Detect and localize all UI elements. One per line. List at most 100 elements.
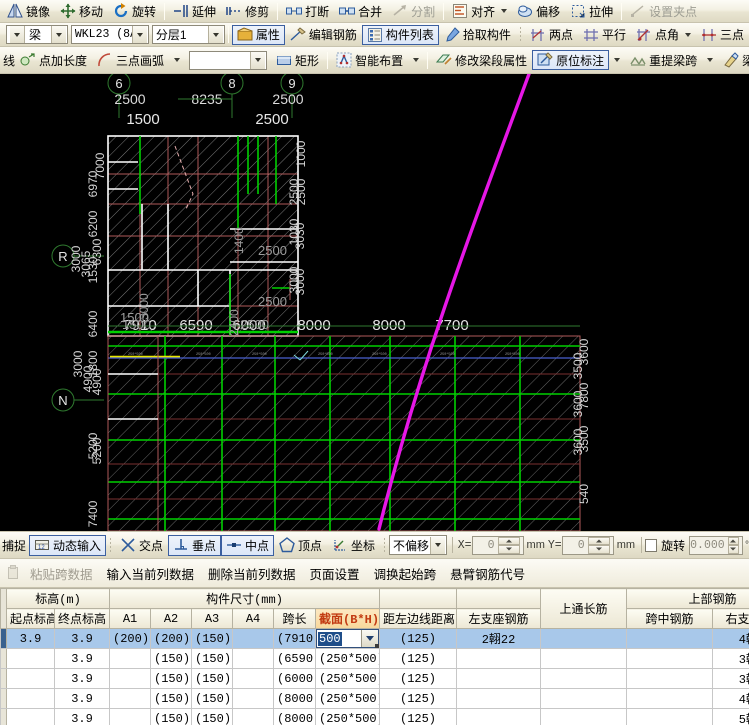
cell-start_elev[interactable]	[6, 688, 55, 709]
cell-mid_span[interactable]	[626, 708, 714, 725]
cell-span_len[interactable]: (6590)	[273, 648, 317, 669]
tool-re-extract-span[interactable]: 重提梁跨	[625, 50, 702, 70]
tool-edit-rebar[interactable]: 编辑钢筋	[285, 25, 362, 45]
column-header-a4[interactable]: A4	[232, 608, 275, 629]
cell-right_support[interactable]: 4䎐22	[712, 688, 749, 709]
menu-item-2[interactable]: 删除当前列数据	[201, 561, 303, 586]
cell-end_elev[interactable]: 3.9	[53, 628, 111, 649]
cell-a3[interactable]: (150)	[191, 708, 234, 725]
cell-a1[interactable]: (200)	[109, 628, 152, 649]
menu-item-5[interactable]: 悬臂钢筋代号	[443, 561, 532, 586]
cell-section[interactable]: (250*500)	[315, 668, 381, 689]
dynamic-input-toggle[interactable]: 12 动态输入	[29, 534, 107, 556]
cell-top_through[interactable]: 2䎐22	[456, 628, 542, 649]
cell-top_through[interactable]	[456, 668, 542, 689]
cell-a4[interactable]	[232, 668, 275, 689]
chevron-down-icon[interactable]	[614, 58, 621, 62]
table-row[interactable]: 3.9 (150)(150) (8000)(250*500)(125) 5䎐22	[0, 708, 749, 725]
cell-mid_span[interactable]	[626, 628, 714, 649]
cell-left_support[interactable]	[540, 648, 628, 669]
snap-coordinate[interactable]: 坐标	[327, 535, 380, 556]
cad-drawing-canvas[interactable]: 250*500 250*500 250*500 250*500 250*500 250…	[0, 74, 749, 531]
cell-left_support[interactable]	[540, 628, 628, 649]
tool-pick-component[interactable]: 拾取构件	[439, 25, 516, 45]
cell-a2[interactable]: (150)	[150, 688, 193, 709]
component-name-caret[interactable]	[131, 26, 147, 43]
cell-a3[interactable]: (150)	[191, 648, 234, 669]
cell-dist_left[interactable]: (125)	[379, 668, 458, 689]
tool-align[interactable]: 对齐	[447, 1, 512, 21]
snap-vertex[interactable]: 顶点	[274, 535, 327, 556]
cell-start_elev[interactable]	[6, 668, 55, 689]
cell-section[interactable]: (250*500)	[315, 708, 381, 725]
cell-start_elev[interactable]: 3.9	[6, 628, 55, 649]
cell-a1[interactable]	[109, 708, 152, 725]
tool-move[interactable]: 移动	[55, 1, 108, 21]
table-row[interactable]: 3.93.9(200)(200)(150)(7910)500(125)2䎐224…	[0, 628, 749, 649]
cell-a1[interactable]	[109, 648, 152, 669]
cell-a2[interactable]: (150)	[150, 708, 193, 725]
column-header-dist_left[interactable]: 距左边线距离	[379, 608, 458, 629]
cell-span_len[interactable]: (6000)	[273, 668, 317, 689]
y-offset-input[interactable]: 0	[561, 535, 614, 555]
rotate-spinner[interactable]	[727, 536, 742, 554]
tool-two-point[interactable]: 两点	[525, 25, 578, 45]
tool-break[interactable]: 打断	[281, 1, 334, 21]
tool-three-point-arc[interactable]: 三点画弧	[92, 50, 169, 70]
layer-caret[interactable]	[207, 26, 223, 43]
cell-dist_left[interactable]: (125)	[379, 708, 458, 725]
layer-combo[interactable]: 分层1	[151, 25, 225, 44]
cell-right_support[interactable]: 3䎐22	[712, 648, 749, 669]
cell-a1[interactable]	[109, 688, 152, 709]
cell-dist_left[interactable]: (125)	[379, 688, 458, 709]
cell-span_len[interactable]: (8000)	[273, 688, 317, 709]
cell-a2[interactable]: (200)	[150, 628, 193, 649]
chevron-down-icon[interactable]	[501, 9, 508, 13]
linetype-caret[interactable]	[250, 51, 266, 69]
component-name-combo[interactable]: WKL23 (8A)	[70, 25, 149, 44]
cell-section-editor[interactable]: 500	[315, 628, 381, 649]
tool-properties[interactable]: 属性	[231, 24, 285, 45]
y-offset-spinner[interactable]	[587, 536, 613, 554]
column-header-span_len[interactable]: 跨长	[273, 608, 317, 629]
cell-a3[interactable]: (150)	[191, 688, 234, 709]
column-header-a1[interactable]: A1	[109, 608, 152, 629]
rotate-checkbox[interactable]	[644, 538, 658, 552]
span-data-grid[interactable]: 标高(m) 构件尺寸(mm) 上通长筋 上部钢筋 起点标高 终点标高 A1 A2 A3 A…	[0, 588, 749, 725]
chevron-down-icon[interactable]	[684, 32, 691, 37]
column-header-top-through[interactable]: 上通长筋	[540, 588, 628, 629]
snap-intersection[interactable]: 交点	[115, 535, 168, 556]
cell-mid_span[interactable]	[626, 648, 714, 669]
cell-end_elev[interactable]: 3.9	[53, 648, 111, 669]
cell-a4[interactable]	[232, 708, 275, 725]
rotate-input[interactable]: 0.000	[689, 535, 743, 555]
cell-a1[interactable]	[109, 668, 152, 689]
table-row[interactable]: 3.9 (150)(150) (8000)(250*500)(125) 4䎐22	[0, 688, 749, 709]
cell-top_through[interactable]	[456, 708, 542, 725]
component-type-caret[interactable]	[50, 26, 66, 43]
tool-trim[interactable]: 修剪	[221, 1, 274, 21]
cell-a4[interactable]	[232, 648, 275, 669]
table-row[interactable]: 3.9 (150)(150) (6590)(250*500)(125) 3䎐22	[0, 648, 749, 669]
cell-start_elev[interactable]	[6, 708, 55, 725]
section-combo-editor[interactable]: 500	[316, 629, 379, 648]
cell-left_support[interactable]	[540, 668, 628, 689]
cell-a4[interactable]	[232, 688, 275, 709]
cell-dist_left[interactable]: (125)	[379, 648, 458, 669]
snap-perpendicular[interactable]: 垂点	[167, 534, 221, 556]
cell-top_through[interactable]	[456, 688, 542, 709]
tool-point-add-length[interactable]: 点加长度	[15, 50, 92, 70]
cell-span_len[interactable]: (8000)	[273, 708, 317, 725]
column-header-a2[interactable]: A2	[150, 608, 193, 629]
cell-a2[interactable]: (150)	[150, 648, 193, 669]
cell-top_through[interactable]	[456, 648, 542, 669]
cell-right_support[interactable]: 3䎐22	[712, 668, 749, 689]
tool-edit-beam-segment[interactable]: 修改梁段属性	[431, 50, 532, 70]
column-header-end_elev[interactable]: 终点标高	[53, 608, 111, 629]
tool-smart-layout[interactable]: 智能布置	[331, 50, 408, 70]
cell-mid_span[interactable]	[626, 668, 714, 689]
column-header-mid_span[interactable]: 跨中钢筋	[626, 608, 714, 629]
cell-start_elev[interactable]	[6, 648, 55, 669]
tool-stretch[interactable]: 拉伸	[565, 1, 618, 21]
tool-point-angle[interactable]: 点角	[631, 25, 696, 45]
